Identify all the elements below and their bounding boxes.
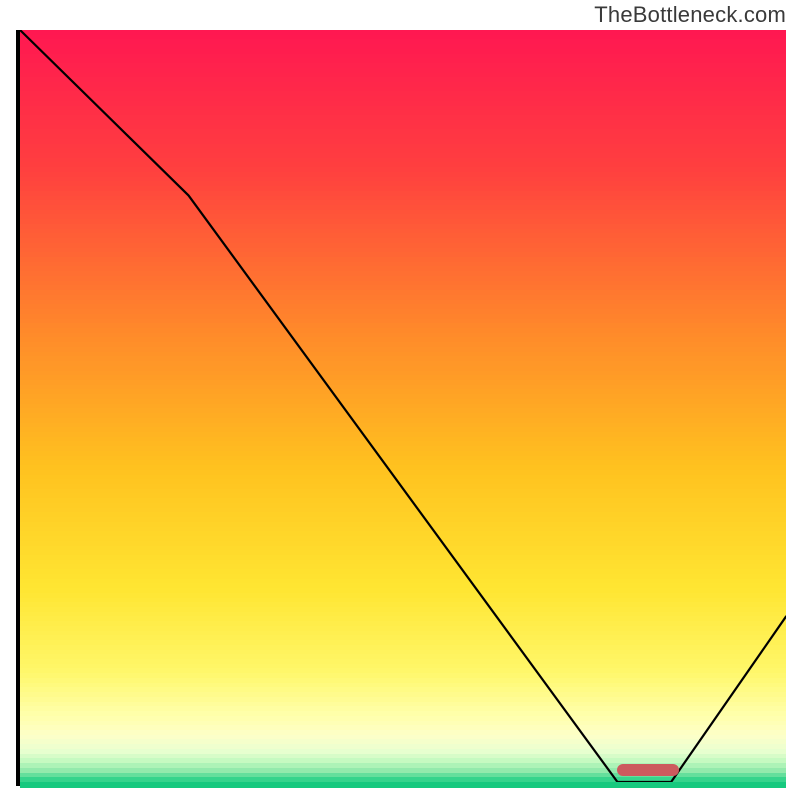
attribution-text: TheBottleneck.com xyxy=(594,2,786,28)
bottleneck-curve xyxy=(20,30,786,782)
curve-layer xyxy=(20,30,786,782)
plot-area xyxy=(16,30,786,786)
optimal-range-marker xyxy=(617,764,678,776)
